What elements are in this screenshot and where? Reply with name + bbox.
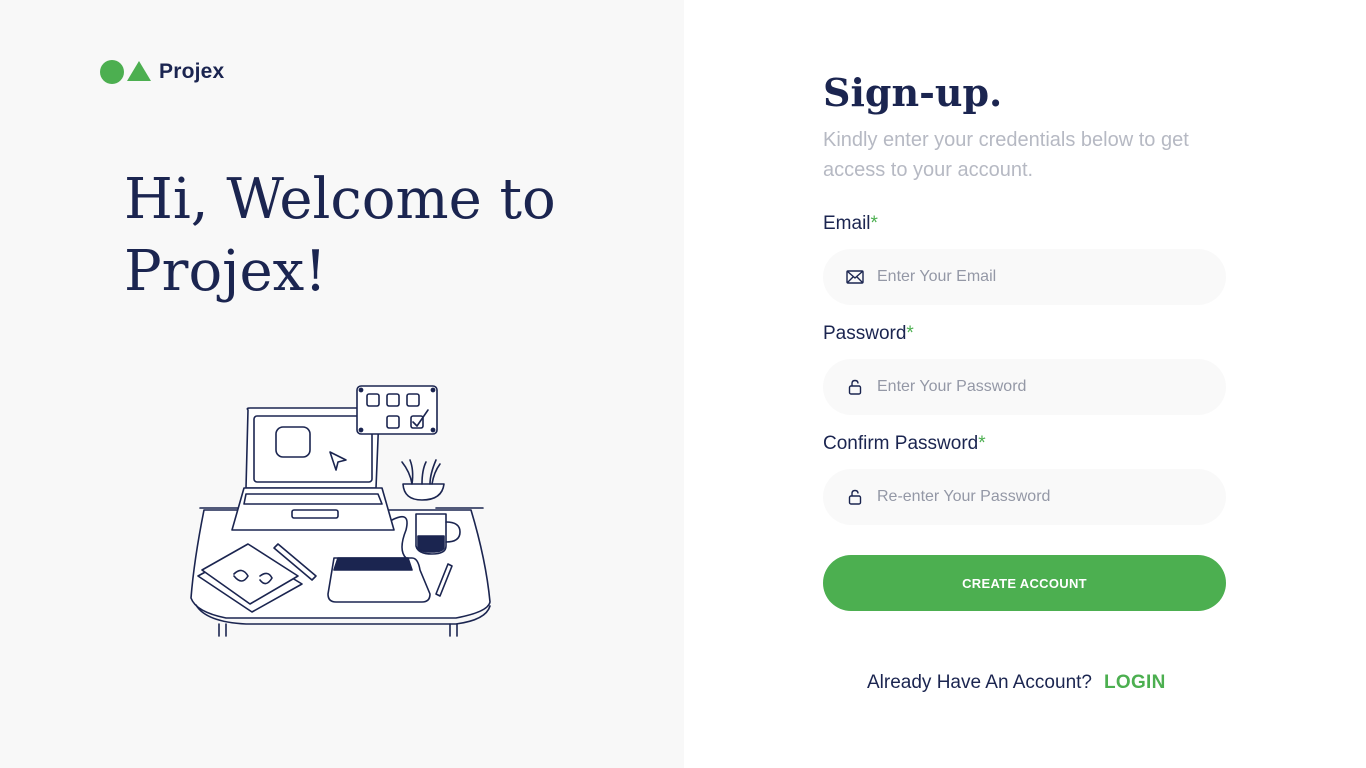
create-account-button[interactable]: CREATE ACCOUNT	[823, 555, 1226, 611]
form-subtitle: Kindly enter your credentials below to g…	[823, 129, 1189, 181]
password-label: Password*	[823, 323, 914, 345]
login-prompt-row: Already Have An Account? LOGIN	[867, 672, 1166, 694]
email-field-container	[823, 249, 1226, 305]
required-mark: *	[978, 433, 986, 454]
required-mark: *	[906, 323, 914, 344]
form-title: Sign-up.	[823, 70, 1003, 115]
email-label-text: Email	[823, 213, 871, 234]
lock-icon	[846, 488, 864, 506]
lock-icon	[846, 378, 864, 396]
brand-name: Projex	[159, 60, 225, 83]
welcome-heading: Hi, Welcome to Projex!	[124, 164, 584, 308]
email-input[interactable]	[877, 268, 1197, 286]
envelope-icon	[846, 268, 864, 286]
login-prompt-text: Already Have An Account?	[867, 672, 1092, 693]
password-label-text: Password	[823, 323, 907, 344]
welcome-panel: Projex Hi, Welcome to Projex!	[0, 0, 684, 768]
confirm-password-label-text: Confirm Password	[823, 433, 979, 454]
password-input[interactable]	[877, 378, 1197, 396]
desk-workspace-illustration	[190, 385, 491, 637]
password-field-container	[823, 359, 1226, 415]
welcome-line-1: Hi, Welcome to	[124, 167, 556, 232]
welcome-line-2: Projex!	[124, 239, 327, 304]
confirm-password-label: Confirm Password*	[823, 433, 986, 455]
required-mark: *	[870, 213, 878, 234]
email-label: Email*	[823, 213, 878, 235]
brand-logo[interactable]: Projex	[100, 58, 224, 86]
logo-mark-icon	[100, 60, 151, 84]
login-link[interactable]: LOGIN	[1104, 672, 1166, 694]
confirm-password-input[interactable]	[877, 488, 1197, 506]
confirm-password-field-container	[823, 469, 1226, 525]
